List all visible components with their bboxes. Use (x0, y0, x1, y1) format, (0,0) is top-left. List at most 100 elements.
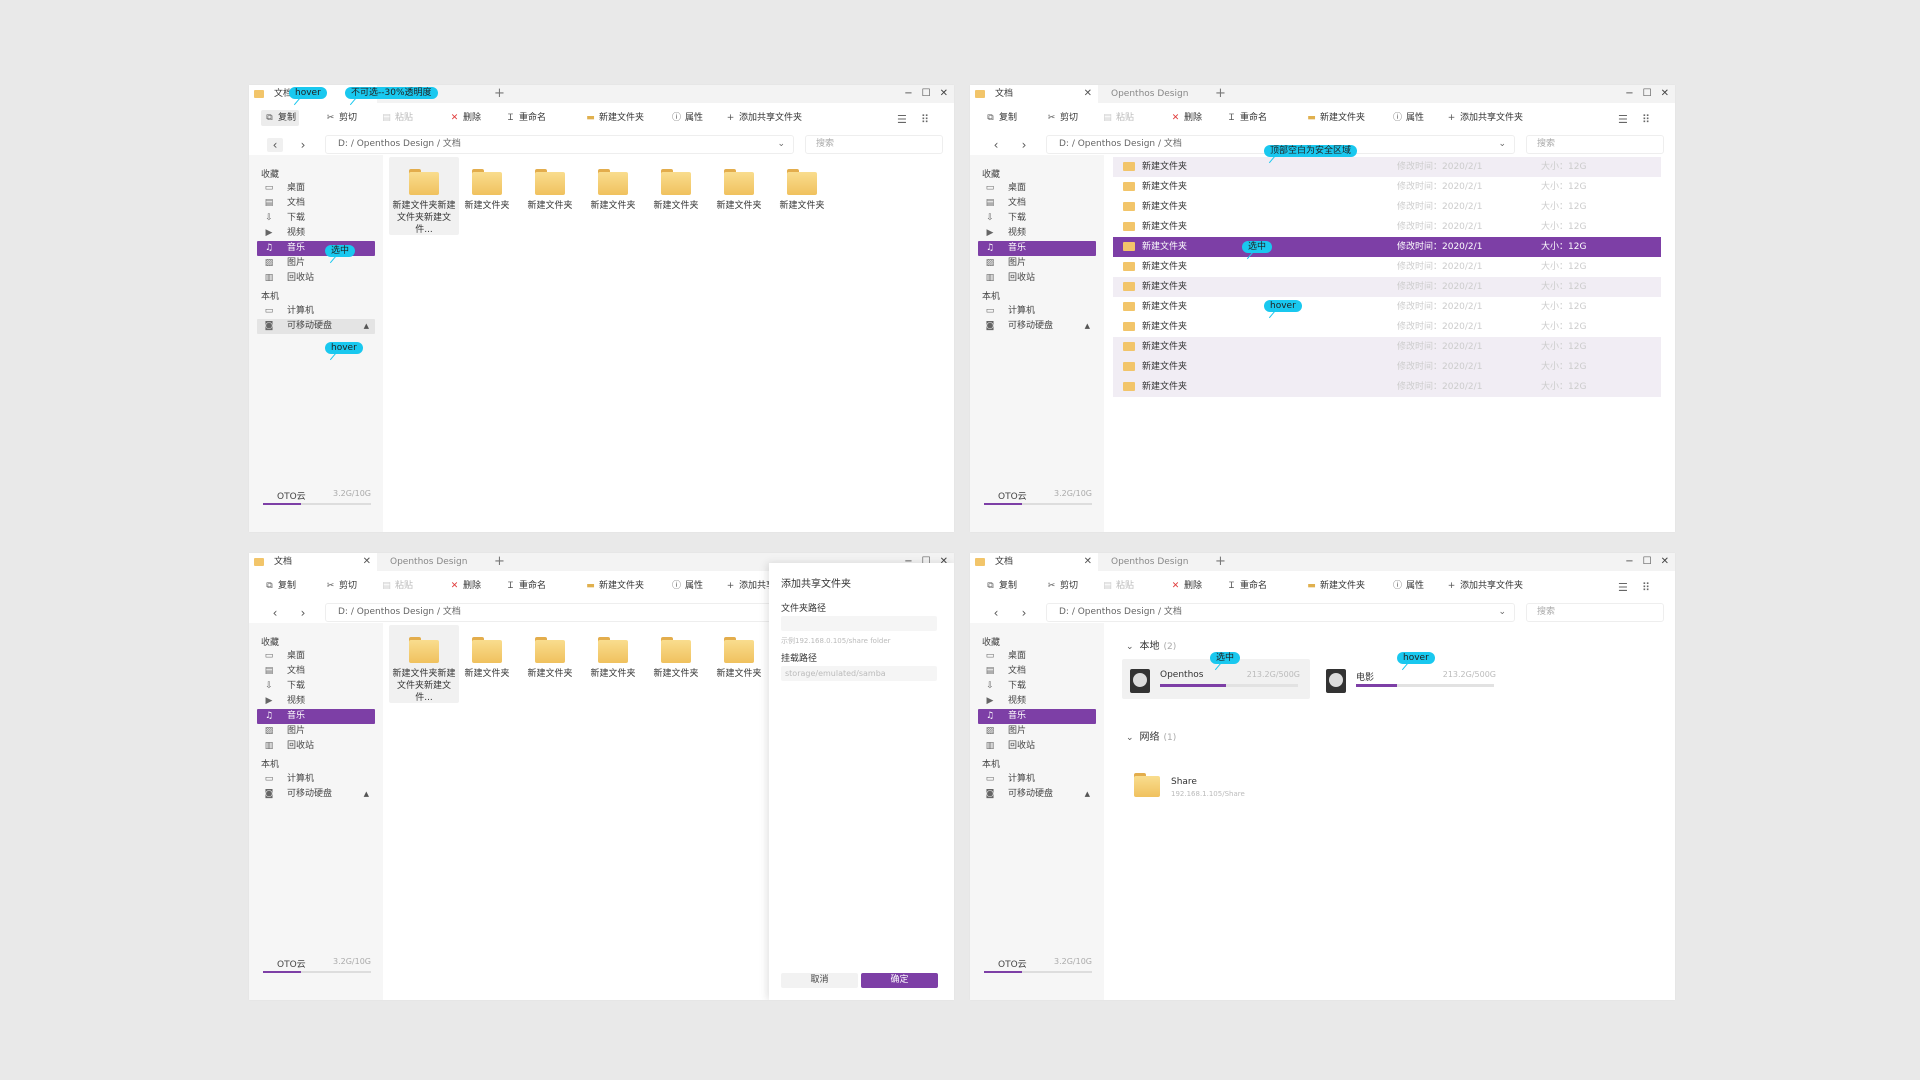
tab-openthos-design[interactable]: Openthos Design (1098, 85, 1213, 103)
paste-button[interactable]: ▤ 粘贴 (1102, 112, 1134, 124)
paste-button[interactable]: ▤ 粘贴 (1102, 580, 1134, 592)
delete-button[interactable]: ✕ 删除 (449, 580, 481, 592)
sidebar-item-computer[interactable]: ▭ 计算机 (978, 304, 1096, 319)
folder-item[interactable]: 新建文件夹新建文件夹新建文件... (389, 157, 459, 235)
search-input[interactable]: 搜索 (1526, 603, 1664, 622)
new-folder-button[interactable]: ▬ 新建文件夹 (1306, 580, 1365, 592)
add-tab-button[interactable]: + (1215, 85, 1226, 103)
tab-documents[interactable]: 文档 ✕ (970, 553, 1098, 571)
sidebar-item-music[interactable]: ♫ 音乐 (978, 241, 1096, 256)
copy-button[interactable]: ⧉ 复制 (985, 580, 1017, 592)
sidebar-item-pictures[interactable]: ▨ 图片 (257, 724, 375, 739)
chevron-down-icon[interactable]: ⌄ (777, 136, 785, 153)
minimize-button[interactable]: − (1625, 85, 1633, 103)
cut-button[interactable]: ✂ 剪切 (325, 580, 357, 592)
sidebar-item-videos[interactable]: ▶ 视频 (978, 226, 1096, 241)
sidebar-item-pictures[interactable]: ▨ 图片 (978, 724, 1096, 739)
forward-button[interactable]: › (295, 138, 311, 152)
folder-item[interactable]: 新建文件夹 (515, 625, 585, 703)
sidebar-item-computer[interactable]: ▭ 计算机 (257, 304, 375, 319)
properties-button[interactable]: ⓘ 属性 (671, 580, 703, 592)
sidebar-item-music[interactable]: ♫ 音乐 (978, 709, 1096, 724)
path-bar[interactable]: D: / Openthos Design / 文档 ⌄ (325, 135, 794, 154)
delete-button[interactable]: ✕ 删除 (1170, 112, 1202, 124)
close-window-button[interactable]: ✕ (940, 85, 948, 103)
sidebar-item-removable-disk[interactable]: ◙ 可移动硬盘 ▲ (978, 787, 1096, 802)
list-view-icon[interactable]: ☰ (1618, 581, 1628, 594)
cut-button[interactable]: ✂ 剪切 (1046, 112, 1078, 124)
sidebar-item-pictures[interactable]: ▨ 图片 (257, 256, 375, 271)
close-tab-icon[interactable]: ✕ (1084, 85, 1092, 103)
list-row[interactable]: 新建文件夹 修改时间：2020/2/1 大小：12G (1113, 317, 1661, 337)
sidebar-item-documents[interactable]: ▤ 文档 (257, 196, 375, 211)
sidebar-item-downloads[interactable]: ⇩ 下载 (257, 211, 375, 226)
list-row[interactable]: 新建文件夹 修改时间：2020/2/1 大小：12G (1113, 197, 1661, 217)
sidebar-item-desktop[interactable]: ▭ 桌面 (978, 181, 1096, 196)
maximize-button[interactable]: ☐ (922, 85, 931, 103)
add-tab-button[interactable]: + (494, 553, 505, 571)
mount-path-input[interactable]: storage/emulated/samba (781, 666, 937, 681)
list-row[interactable]: 新建文件夹 修改时间：2020/2/1 大小：12G (1113, 297, 1661, 317)
cut-button[interactable]: ✂ 剪切 (325, 112, 357, 124)
list-row[interactable]: 新建文件夹 修改时间：2020/2/1 大小：12G (1113, 217, 1661, 237)
eject-icon[interactable]: ▲ (1085, 787, 1090, 802)
sidebar-item-videos[interactable]: ▶ 视频 (978, 694, 1096, 709)
rename-button[interactable]: Ɪ 重命名 (1226, 112, 1267, 124)
grid-view-icon[interactable]: ⠿ (1642, 581, 1650, 594)
paste-button[interactable]: ▤ 粘贴 (381, 580, 413, 592)
sidebar-item-computer[interactable]: ▭ 计算机 (257, 772, 375, 787)
folder-item[interactable]: 新建文件夹 (452, 157, 522, 235)
list-view-icon[interactable]: ☰ (897, 113, 907, 126)
sidebar-item-videos[interactable]: ▶ 视频 (257, 226, 375, 241)
add-share-button[interactable]: + 添加共享文件夹 (725, 112, 802, 124)
maximize-button[interactable]: ☐ (1643, 85, 1652, 103)
search-input[interactable]: 搜索 (805, 135, 943, 154)
properties-button[interactable]: ⓘ 属性 (1392, 580, 1424, 592)
close-window-button[interactable]: ✕ (1661, 85, 1669, 103)
sidebar-item-desktop[interactable]: ▭ 桌面 (257, 181, 375, 196)
network-group-header[interactable]: ⌄ 网络 (1) (1126, 728, 1176, 743)
sidebar-item-music[interactable]: ♫ 音乐 (257, 709, 375, 724)
sidebar-item-trash[interactable]: ▥ 回收站 (257, 739, 375, 754)
add-tab-button[interactable]: + (494, 85, 505, 103)
folder-item[interactable]: 新建文件夹 (767, 157, 837, 235)
cancel-button[interactable]: 取消 (781, 973, 858, 988)
tab-documents[interactable]: 文档 ✕ (249, 553, 377, 571)
list-row[interactable]: 新建文件夹 修改时间：2020/2/1 大小：12G (1113, 377, 1661, 397)
back-button[interactable]: ‹ (988, 138, 1004, 152)
folder-path-input[interactable] (781, 616, 937, 631)
sidebar-item-documents[interactable]: ▤ 文档 (978, 196, 1096, 211)
new-folder-button[interactable]: ▬ 新建文件夹 (585, 112, 644, 124)
confirm-button[interactable]: 确定 (861, 973, 938, 988)
local-group-header[interactable]: ⌄ 本地 (2) (1126, 637, 1176, 652)
folder-item[interactable]: 新建文件夹 (641, 625, 711, 703)
cut-button[interactable]: ✂ 剪切 (1046, 580, 1078, 592)
chevron-down-icon[interactable]: ⌄ (1498, 136, 1506, 153)
close-window-button[interactable]: ✕ (1661, 553, 1669, 571)
copy-button[interactable]: ⧉ 复制 (261, 110, 300, 126)
rename-button[interactable]: Ɪ 重命名 (505, 112, 546, 124)
list-row[interactable]: 新建文件夹 修改时间：2020/2/1 大小：12G (1113, 177, 1661, 197)
folder-item[interactable]: 新建文件夹 (641, 157, 711, 235)
tab-openthos-design[interactable]: Openthos Design (1098, 553, 1213, 571)
new-folder-button[interactable]: ▬ 新建文件夹 (585, 580, 644, 592)
search-input[interactable]: 搜索 (1526, 135, 1664, 154)
path-bar[interactable]: D: / Openthos Design / 文档 ⌄ (1046, 603, 1515, 622)
list-view-icon[interactable]: ☰ (1618, 113, 1628, 126)
delete-button[interactable]: ✕ 删除 (1170, 580, 1202, 592)
properties-button[interactable]: ⓘ 属性 (671, 112, 703, 124)
sidebar-item-downloads[interactable]: ⇩ 下载 (978, 679, 1096, 694)
paste-button[interactable]: ▤ 粘贴 (381, 112, 413, 124)
path-bar[interactable]: D: / Openthos Design / 文档 (325, 603, 794, 622)
forward-button[interactable]: › (295, 606, 311, 620)
close-tab-icon[interactable]: ✕ (1084, 553, 1092, 571)
tab-openthos-design[interactable]: Openthos Design (377, 553, 492, 571)
sidebar-item-removable-disk[interactable]: ◙ 可移动硬盘 ▲ (257, 319, 375, 334)
list-row[interactable]: 新建文件夹 修改时间：2020/2/1 大小：12G (1113, 337, 1661, 357)
minimize-button[interactable]: − (904, 85, 912, 103)
sidebar-item-removable-disk[interactable]: ◙ 可移动硬盘 ▲ (978, 319, 1096, 334)
tab-documents[interactable]: 文档 ✕ (970, 85, 1098, 103)
sidebar-item-trash[interactable]: ▥ 回收站 (257, 271, 375, 286)
sidebar-item-pictures[interactable]: ▨ 图片 (978, 256, 1096, 271)
list-row[interactable]: 新建文件夹 修改时间：2020/2/1 大小：12G (1113, 157, 1661, 177)
